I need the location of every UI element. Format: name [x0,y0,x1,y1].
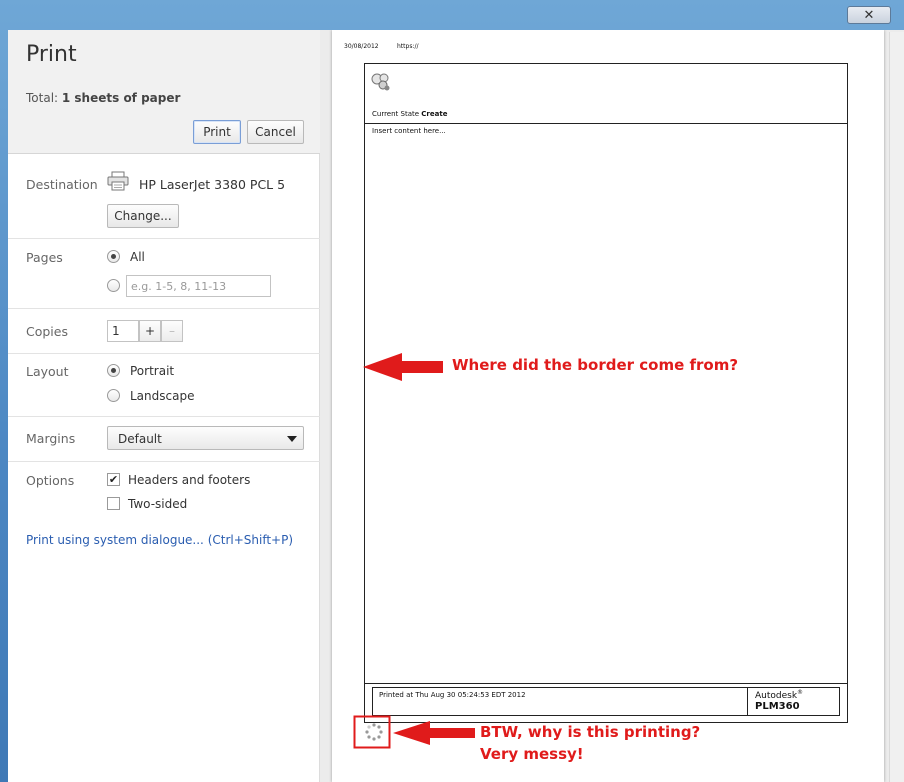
annotation-btw-line2: Very messy! [480,745,584,763]
arrow-left-icon [393,721,475,745]
annotation-border-question: Where did the border come from? [452,356,739,374]
annotation-btw-line1: BTW, why is this printing? [480,723,701,741]
highlight-box [353,715,391,749]
arrow-left-icon [363,353,443,381]
annotation-overlay [353,353,475,749]
